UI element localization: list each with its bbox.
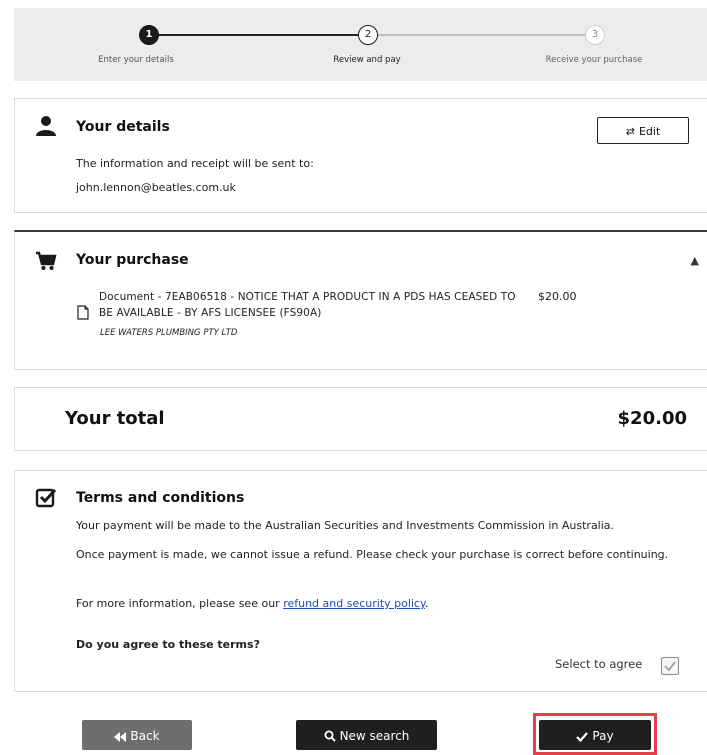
edit-button-label: Edit [638, 125, 661, 138]
shopping-cart-icon [36, 251, 57, 270]
user-icon [36, 116, 56, 136]
progress-stepper: 1 2 3 Enter your details Review and pay … [14, 8, 707, 81]
search-icon [324, 730, 336, 742]
step-2-label: Review and pay [333, 55, 401, 65]
more-info-suffix: . [424, 597, 429, 610]
your-details-title: Your details [76, 119, 170, 135]
step-1-label: Enter your details [98, 55, 174, 65]
pay-button-label: Pay [592, 729, 614, 743]
purchase-item-company: LEE WATERS PLUMBING PTY LTD [100, 328, 238, 338]
more-info-prefix: For more information, please see our [76, 597, 284, 610]
terms-more-info-text: For more information, please see our ref… [76, 595, 428, 612]
stepper-track-complete [154, 34, 366, 36]
your-details-card: Your details ⇄ Edit The information and r… [14, 98, 707, 213]
terms-refund-text: Once payment is made, we cannot issue a … [76, 548, 669, 561]
receipt-info-text: The information and receipt will be sent… [76, 157, 314, 170]
checkmark-icon [576, 732, 589, 743]
pay-button[interactable]: Pay [539, 720, 651, 750]
agree-label: Select to agree [555, 657, 643, 671]
double-arrow-left-icon [114, 732, 127, 742]
your-purchase-title: Your purchase [76, 252, 189, 268]
swap-icon: ⇄ [625, 125, 635, 138]
stepper-track-pending [378, 34, 596, 36]
new-search-button[interactable]: New search [296, 720, 437, 750]
checkbox-checked-icon [35, 488, 57, 508]
purchase-item-description: Document - 7EAB06518 - NOTICE THAT A PRO… [99, 291, 516, 319]
terms-payment-text: Your payment will be made to the Austral… [76, 519, 615, 532]
terms-title: Terms and conditions [76, 490, 245, 506]
total-label: Your total [65, 408, 165, 429]
checkmark-icon [664, 661, 676, 672]
step-1-indicator: 1 [139, 25, 159, 45]
agree-question: Do you agree to these terms? [76, 638, 260, 651]
purchase-item-price: $20.00 [538, 290, 577, 303]
your-purchase-card: Your purchase ▲ Document - 7EAB06518 - N… [14, 230, 707, 370]
refund-policy-link[interactable]: refund and security policy [283, 597, 425, 610]
step-2-indicator: 2 [358, 25, 378, 45]
step-3-label: Receive your purchase [545, 55, 643, 65]
terms-card: Terms and conditions Your payment will b… [14, 470, 707, 692]
back-button[interactable]: Back [82, 720, 192, 750]
back-button-label: Back [130, 729, 160, 743]
edit-button[interactable]: ⇄ Edit [597, 117, 689, 144]
total-amount: $20.00 [617, 408, 687, 429]
chevron-up-icon[interactable]: ▲ [691, 254, 699, 267]
agree-checkbox[interactable] [661, 657, 679, 675]
new-search-button-label: New search [339, 729, 410, 743]
document-icon [77, 305, 89, 320]
email-address: john.lennon@beatles.com.uk [76, 181, 236, 194]
step-3-indicator: 3 [585, 25, 605, 45]
total-card: Your total $20.00 [14, 387, 707, 451]
